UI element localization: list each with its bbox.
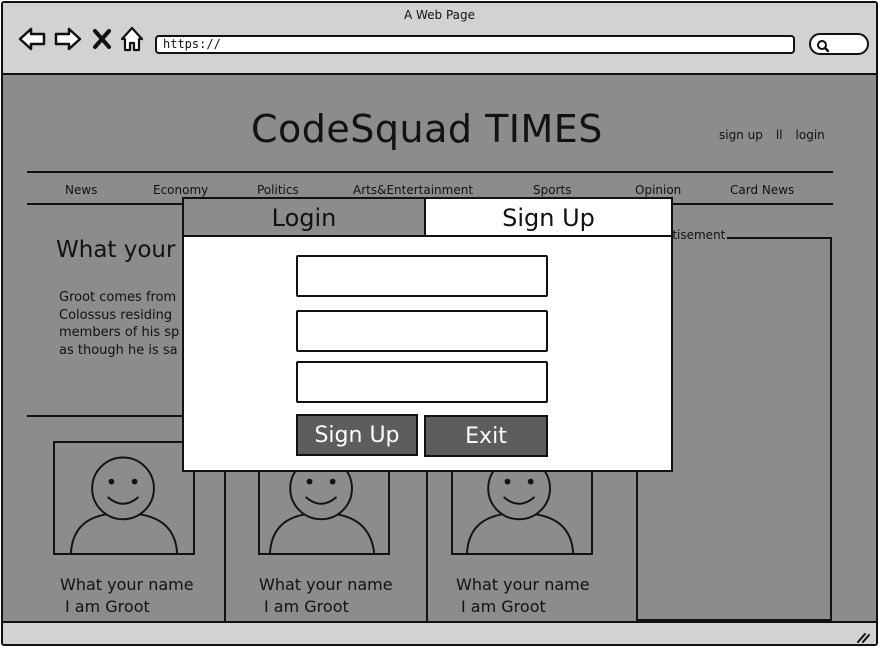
search-icon xyxy=(816,38,830,53)
signup-modal: Login Sign Up Sign Up Exit xyxy=(182,197,673,472)
signup-field-2[interactable] xyxy=(296,310,548,352)
signup-field-3[interactable] xyxy=(296,361,548,403)
browser-window: A Web Page https:// CodeSquad TIMES sign… xyxy=(1,1,878,646)
url-input[interactable]: https:// xyxy=(155,35,795,54)
browser-search-box[interactable] xyxy=(809,33,869,55)
exit-button[interactable]: Exit xyxy=(424,415,548,457)
forward-arrow-icon[interactable] xyxy=(53,25,83,53)
browser-statusbar xyxy=(3,621,876,644)
back-arrow-icon[interactable] xyxy=(17,25,47,53)
window-title: A Web Page xyxy=(403,8,476,22)
tab-signup[interactable]: Sign Up xyxy=(426,199,671,237)
tab-login[interactable]: Login xyxy=(184,199,426,237)
resize-grip-icon[interactable] xyxy=(856,628,870,643)
home-icon[interactable] xyxy=(119,25,145,53)
browser-titlebar: A Web Page https:// xyxy=(3,3,876,75)
signup-button[interactable]: Sign Up xyxy=(296,414,418,456)
close-x-icon[interactable] xyxy=(91,25,113,53)
signup-field-1[interactable] xyxy=(296,255,548,297)
